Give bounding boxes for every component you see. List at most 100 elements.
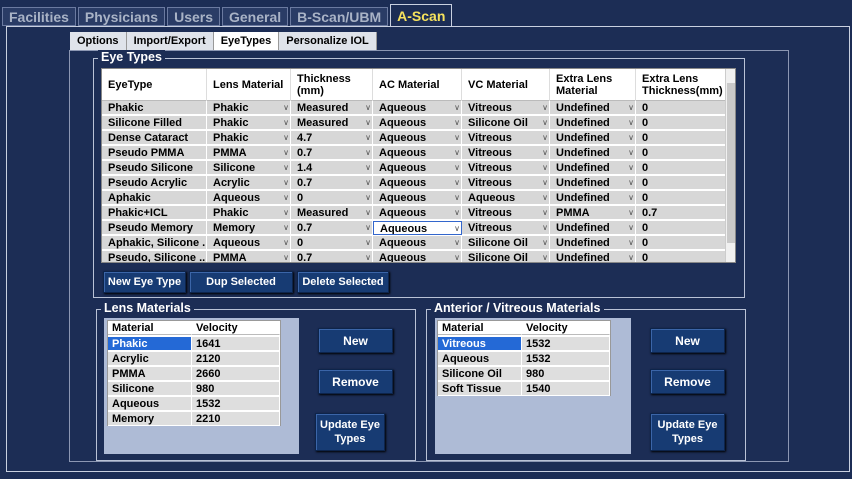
subtab-import-export[interactable]: Import/Export (126, 32, 214, 50)
table-row[interactable]: Pseudo PMMA PMMA ∨ 0.7 ∨ Aqueous ∨ Vitreous ∨ Und… (102, 146, 727, 160)
chevron-down-icon[interactable]: ∨ (365, 161, 371, 174)
chevron-down-icon[interactable]: ∨ (542, 146, 548, 159)
ac-material-select[interactable]: Aqueous ∨ (373, 191, 462, 205)
ac-material-select[interactable]: Aqueous ∨ (373, 206, 462, 220)
table-row[interactable]: Pseudo Memory Memory ∨ 0.7 ∨ Aqueous ∨ Vitreous… (102, 221, 727, 235)
extra-lens-thickness-cell[interactable]: 0 (636, 116, 727, 130)
material-cell[interactable]: Memory (108, 412, 192, 426)
chevron-down-icon[interactable]: ∨ (454, 206, 460, 219)
extra-lens-material-select[interactable]: Undefined ∨ (550, 101, 636, 115)
tab-general[interactable]: General (222, 7, 289, 26)
subtab-options[interactable]: Options (70, 32, 127, 50)
chevron-down-icon[interactable]: ∨ (365, 101, 371, 114)
velocity-cell[interactable]: 1540 (522, 382, 610, 396)
eyetype-cell[interactable]: Phakic+ICL (102, 206, 207, 220)
ac-material-select[interactable]: Aqueous ∨ (373, 101, 462, 115)
table-row[interactable]: Pseudo, Silicone ... PMMA ∨ 0.7 ∨ Aqueous ∨ Sil… (102, 251, 727, 262)
table-row[interactable]: Aqueous 1532 (108, 397, 280, 411)
chevron-down-icon[interactable]: ∨ (628, 116, 634, 129)
table-row[interactable]: Memory 2210 (108, 412, 280, 426)
table-row[interactable]: Phakic Phakic ∨ Measured ∨ Aqueous ∨ Vitreous ∨ U… (102, 101, 727, 115)
vc-material-select[interactable]: Silicone Oil ∨ (462, 236, 550, 250)
col-lens-material[interactable]: Lens Material (207, 69, 291, 101)
ac-material-select[interactable]: Aqueous ∨ (373, 176, 462, 190)
tab-users[interactable]: Users (167, 7, 220, 26)
new-eye-type-button[interactable]: New Eye Type (103, 271, 186, 293)
table-row[interactable]: Pseudo Acrylic Acrylic ∨ 0.7 ∨ Aqueous ∨ Vitreo… (102, 176, 727, 190)
lens-material-select[interactable]: PMMA ∨ (207, 146, 291, 160)
velocity-cell[interactable]: 2120 (192, 352, 280, 366)
ac-material-select[interactable]: Aqueous ∨ (373, 131, 462, 145)
eyetype-cell[interactable]: Pseudo, Silicone ... (102, 251, 207, 262)
chevron-down-icon[interactable]: ∨ (542, 221, 548, 234)
table-row[interactable]: Aphakic, Silicone ... Aqueous ∨ 0 ∨ Aqueous ∨ S… (102, 236, 727, 250)
lens-material-select[interactable]: Phakic ∨ (207, 131, 291, 145)
vc-material-select[interactable]: Aqueous ∨ (462, 191, 550, 205)
eyetype-cell[interactable]: Dense Cataract (102, 131, 207, 145)
lens-new-button[interactable]: New (318, 328, 393, 353)
chevron-down-icon[interactable]: ∨ (283, 116, 289, 129)
extra-lens-material-select[interactable]: Undefined ∨ (550, 161, 636, 175)
chevron-down-icon[interactable]: ∨ (542, 206, 548, 219)
col-eyetype[interactable]: EyeType (102, 69, 207, 101)
thickness-cell[interactable]: 0 ∨ (291, 191, 373, 205)
table-row[interactable]: Dense Cataract Phakic ∨ 4.7 ∨ Aqueous ∨ Vitreou… (102, 131, 727, 145)
velocity-cell[interactable]: 1532 (522, 337, 610, 351)
extra-lens-material-select[interactable]: Undefined ∨ (550, 236, 636, 250)
extra-lens-material-select[interactable]: Undefined ∨ (550, 146, 636, 160)
col-vc-material[interactable]: VC Material (462, 69, 550, 101)
av-remove-button[interactable]: Remove (650, 369, 725, 394)
chevron-down-icon[interactable]: ∨ (454, 222, 460, 234)
extra-lens-thickness-cell[interactable]: 0 (636, 161, 727, 175)
chevron-down-icon[interactable]: ∨ (628, 251, 634, 262)
thickness-cell[interactable]: 4.7 ∨ (291, 131, 373, 145)
subtab-eyetypes[interactable]: EyeTypes (213, 32, 280, 50)
chevron-down-icon[interactable]: ∨ (542, 251, 548, 262)
table-row[interactable]: Silicone Oil 980 (438, 367, 610, 381)
material-cell[interactable]: Acrylic (108, 352, 192, 366)
chevron-down-icon[interactable]: ∨ (454, 236, 460, 249)
ac-material-select[interactable]: Aqueous ∨ (373, 116, 462, 130)
chevron-down-icon[interactable]: ∨ (283, 161, 289, 174)
chevron-down-icon[interactable]: ∨ (542, 101, 548, 114)
vc-material-select[interactable]: Vitreous ∨ (462, 146, 550, 160)
vertical-scrollbar[interactable] (725, 69, 735, 262)
chevron-down-icon[interactable]: ∨ (365, 131, 371, 144)
eyetype-cell[interactable]: Pseudo PMMA (102, 146, 207, 160)
velocity-cell[interactable]: 2660 (192, 367, 280, 381)
eyetype-cell[interactable]: Phakic (102, 101, 207, 115)
chevron-down-icon[interactable]: ∨ (365, 116, 371, 129)
av-new-button[interactable]: New (650, 328, 725, 353)
lens-material-select[interactable]: Aqueous ∨ (207, 236, 291, 250)
tab-ascan[interactable]: A-Scan (390, 4, 453, 26)
extra-lens-material-select[interactable]: Undefined ∨ (550, 251, 636, 262)
extra-lens-thickness-cell[interactable]: 0 (636, 131, 727, 145)
eyetype-cell[interactable]: Pseudo Memory (102, 221, 207, 235)
chevron-down-icon[interactable]: ∨ (628, 221, 634, 234)
table-row[interactable]: Vitreous 1532 (438, 337, 610, 351)
vc-material-select[interactable]: Silicone Oil ∨ (462, 116, 550, 130)
material-cell[interactable]: Material (108, 321, 192, 335)
table-row[interactable]: Phakic+ICL Phakic ∨ Measured ∨ Aqueous ∨ Vitreo… (102, 206, 727, 220)
extra-lens-thickness-cell[interactable]: 0 (636, 221, 727, 235)
vc-material-select[interactable]: Vitreous ∨ (462, 206, 550, 220)
extra-lens-thickness-cell[interactable]: 0 (636, 251, 727, 262)
chevron-down-icon[interactable]: ∨ (628, 146, 634, 159)
velocity-cell[interactable]: Velocity (192, 321, 280, 335)
velocity-cell[interactable]: 1641 (192, 337, 280, 351)
chevron-down-icon[interactable]: ∨ (365, 221, 371, 234)
velocity-cell[interactable]: 980 (522, 367, 610, 381)
chevron-down-icon[interactable]: ∨ (454, 191, 460, 204)
thickness-cell[interactable]: 0.7 ∨ (291, 176, 373, 190)
material-cell[interactable]: Material (438, 321, 522, 335)
vc-material-select[interactable]: Vitreous ∨ (462, 131, 550, 145)
table-row[interactable]: Silicone Filled Phakic ∨ Measured ∨ Aqueous ∨ S… (102, 116, 727, 130)
chevron-down-icon[interactable]: ∨ (628, 236, 634, 249)
chevron-down-icon[interactable]: ∨ (365, 176, 371, 189)
chevron-down-icon[interactable]: ∨ (283, 101, 289, 114)
chevron-down-icon[interactable]: ∨ (365, 251, 371, 262)
chevron-down-icon[interactable]: ∨ (542, 131, 548, 144)
extra-lens-material-select[interactable]: PMMA ∨ (550, 206, 636, 220)
table-row[interactable]: Acrylic 2120 (108, 352, 280, 366)
velocity-cell[interactable]: 1532 (192, 397, 280, 411)
